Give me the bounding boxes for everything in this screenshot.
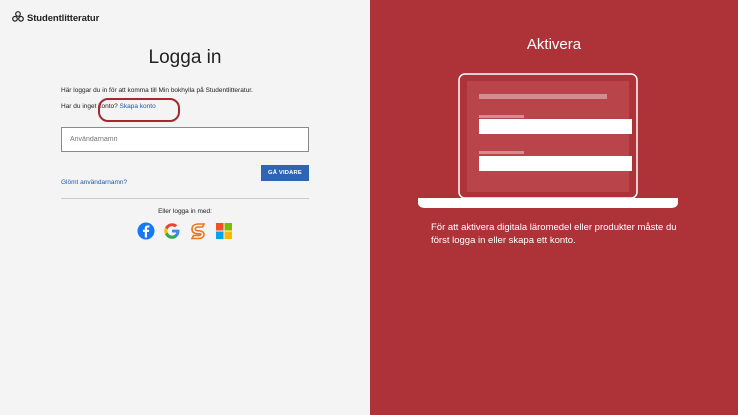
- activate-title: Aktivera: [526, 36, 582, 53]
- logo-text: Studentlitteratur: [27, 12, 100, 24]
- microsoft-icon[interactable]: [215, 222, 233, 240]
- username-input[interactable]: [61, 127, 309, 152]
- studentlitteratur-s-icon[interactable]: [189, 222, 207, 240]
- page-title: Logga in: [148, 47, 222, 68]
- intro-text: Här loggar du in för att komma till Min …: [61, 87, 253, 94]
- continue-button[interactable]: GÅ VIDARE: [261, 165, 309, 181]
- studentlitteratur-logo-icon: [12, 9, 24, 27]
- logo[interactable]: Studentlitteratur: [12, 9, 99, 27]
- activate-description: För att aktivera digitala läromedel elle…: [431, 222, 677, 246]
- highlight-circle: [98, 98, 180, 122]
- other-login-label: Eller logga in med:: [158, 208, 212, 215]
- laptop-illustration: [418, 73, 678, 208]
- social-login-row: [0, 222, 370, 240]
- forgot-username-link[interactable]: Glömt användarnamn?: [61, 179, 127, 186]
- divider: [61, 198, 309, 199]
- google-icon[interactable]: [163, 222, 181, 240]
- facebook-icon[interactable]: [137, 222, 155, 240]
